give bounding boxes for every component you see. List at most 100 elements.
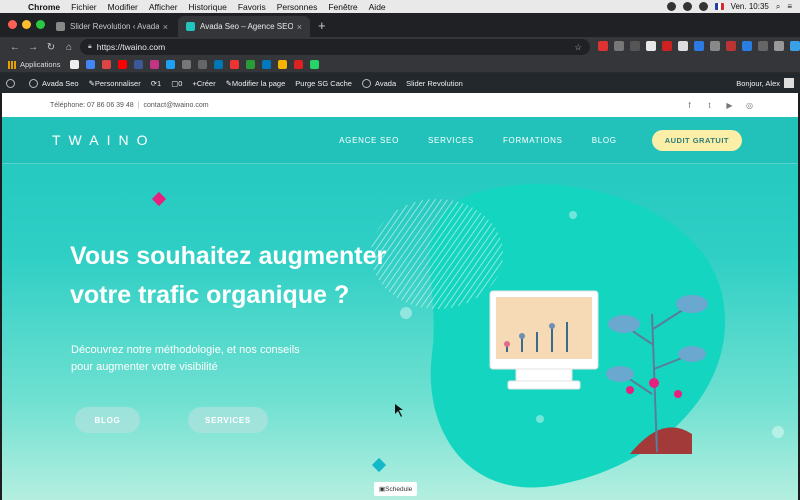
- menu-modifier[interactable]: Modifier: [108, 2, 138, 12]
- bookmark-icon[interactable]: [230, 60, 240, 69]
- extension-icon[interactable]: [758, 41, 768, 51]
- status-app-icon[interactable]: [666, 2, 676, 11]
- reload-icon[interactable]: ↻: [42, 42, 60, 53]
- nav-formations[interactable]: FORMATIONS: [503, 136, 563, 145]
- close-tab-icon[interactable]: ×: [163, 22, 168, 32]
- address-bar[interactable]: 🔒︎ https://twaino.com ☆: [80, 39, 590, 55]
- wp-account[interactable]: Bonjour, Alex: [736, 78, 794, 88]
- services-button[interactable]: SERVICES: [188, 407, 268, 433]
- clock[interactable]: Ven. 10:35: [731, 2, 769, 11]
- tab-avada-seo[interactable]: Avada Seo – Agence SEO ×: [178, 16, 310, 37]
- extension-icon[interactable]: [646, 41, 656, 51]
- wp-avada[interactable]: Avada: [361, 78, 397, 88]
- bookmark-star-icon[interactable]: ☆: [574, 42, 582, 53]
- schedule-button[interactable]: ▣ Schedule: [374, 482, 418, 496]
- maximize-window-button[interactable]: [36, 20, 45, 29]
- extension-icon[interactable]: [614, 41, 624, 51]
- close-tab-icon[interactable]: ×: [297, 22, 302, 32]
- youtube-icon[interactable]: ▶: [725, 101, 734, 110]
- wp-customize-label: Personnaliser: [94, 78, 141, 88]
- menu-personnes[interactable]: Personnes: [277, 2, 318, 12]
- bookmark-icon[interactable]: [198, 60, 208, 69]
- extension-icon[interactable]: [678, 41, 688, 51]
- menu-chrome[interactable]: Chrome: [28, 2, 60, 12]
- menu-fenetre[interactable]: Fenêtre: [328, 2, 357, 12]
- extension-icon[interactable]: [710, 41, 720, 51]
- nav-blog[interactable]: BLOG: [592, 136, 617, 145]
- site-logo[interactable]: TWAINO: [52, 132, 155, 148]
- extension-icon[interactable]: [726, 41, 736, 51]
- youtube-icon[interactable]: [118, 60, 128, 69]
- instagram-icon[interactable]: [150, 60, 160, 69]
- menu-list-icon[interactable]: ≡: [787, 2, 792, 11]
- wp-logo-icon[interactable]: [6, 78, 19, 88]
- extensions-bar: [598, 41, 800, 51]
- bookmark-icon[interactable]: [294, 60, 304, 69]
- dot-shape: [536, 415, 544, 423]
- linkedin-icon[interactable]: [214, 60, 224, 69]
- wp-site-label: Avada Seo: [42, 78, 79, 88]
- wp-new-label: Créer: [196, 78, 216, 88]
- profile-icon[interactable]: [790, 41, 800, 51]
- menu-historique[interactable]: Historique: [189, 2, 227, 12]
- facebook-icon[interactable]: f: [685, 101, 694, 110]
- bookmark-icon[interactable]: [86, 60, 96, 69]
- extension-icon[interactable]: [742, 41, 752, 51]
- url-text[interactable]: https://twaino.com: [97, 42, 166, 52]
- facebook-icon[interactable]: [134, 60, 144, 69]
- back-icon[interactable]: ←: [6, 42, 24, 53]
- bookmark-icon[interactable]: [102, 60, 112, 69]
- bookmark-icon[interactable]: [246, 60, 256, 69]
- forward-icon[interactable]: →: [24, 42, 42, 53]
- flag-fr-icon[interactable]: [714, 3, 724, 10]
- phone-text[interactable]: Téléphone: 07 86 06 39 48: [50, 102, 134, 109]
- analytics-icon[interactable]: [278, 60, 288, 69]
- blog-button[interactable]: BLOG: [75, 407, 140, 433]
- whatsapp-icon[interactable]: [310, 60, 320, 69]
- wifi-icon[interactable]: [698, 2, 708, 11]
- cloud-icon[interactable]: [682, 2, 692, 11]
- wp-updates[interactable]: ⟳ 1: [151, 79, 161, 88]
- menu-fichier[interactable]: Fichier: [71, 2, 97, 12]
- wp-updates-count: 1: [157, 78, 162, 88]
- twitter-icon[interactable]: t: [705, 101, 714, 110]
- wp-customize[interactable]: ✎ Personnaliser: [89, 79, 141, 88]
- nav-services[interactable]: SERVICES: [428, 136, 474, 145]
- wp-site-name[interactable]: Avada Seo: [29, 78, 79, 88]
- new-tab-button[interactable]: +: [318, 18, 326, 33]
- wp-comments[interactable]: ▢ 0: [171, 79, 182, 88]
- bookmark-applications[interactable]: Applications: [20, 60, 60, 69]
- tab-slider-revolution[interactable]: Slider Revolution ‹ Avada Seo ×: [48, 16, 176, 37]
- wp-slider-revolution[interactable]: Slider Revolution: [406, 79, 463, 88]
- wp-purge-cache[interactable]: Purge SG Cache: [295, 79, 352, 88]
- bookmark-icon[interactable]: [182, 60, 192, 69]
- menu-favoris[interactable]: Favoris: [238, 2, 266, 12]
- dot-shape: [772, 426, 784, 438]
- apps-grid-icon[interactable]: [8, 60, 16, 69]
- extension-icon[interactable]: [662, 41, 672, 51]
- wp-edit-page[interactable]: ✎ Modifier la page: [226, 79, 286, 88]
- wp-avada-label: Avada: [374, 78, 397, 88]
- lock-icon[interactable]: 🔒︎: [88, 43, 92, 51]
- email-link[interactable]: contact@twaino.com: [144, 102, 209, 109]
- extension-icon[interactable]: [774, 41, 784, 51]
- schedule-label: Schedule: [385, 485, 413, 493]
- menu-aide[interactable]: Aide: [369, 2, 386, 12]
- extension-icon[interactable]: [630, 41, 640, 51]
- minimize-window-button[interactable]: [22, 20, 31, 29]
- twitter-icon[interactable]: [166, 60, 176, 69]
- search-icon[interactable]: ⌕: [776, 2, 780, 12]
- audit-gratuit-button[interactable]: AUDIT GRATUIT: [651, 129, 742, 151]
- main-nav: AGENCE SEO SERVICES FORMATIONS BLOG AUDI…: [339, 129, 742, 151]
- teal-diamond-shape: [371, 457, 387, 473]
- nav-agence-seo[interactable]: AGENCE SEO: [339, 136, 399, 145]
- instagram-icon[interactable]: ◎: [745, 101, 754, 110]
- home-icon[interactable]: ⌂: [60, 42, 78, 53]
- menu-afficher[interactable]: Afficher: [149, 2, 178, 12]
- close-window-button[interactable]: [8, 20, 17, 29]
- extension-icon[interactable]: [694, 41, 704, 51]
- trello-icon[interactable]: [262, 60, 272, 69]
- extension-icon[interactable]: [598, 41, 608, 51]
- google-icon[interactable]: [70, 60, 80, 69]
- wp-new[interactable]: + Créer: [192, 79, 215, 88]
